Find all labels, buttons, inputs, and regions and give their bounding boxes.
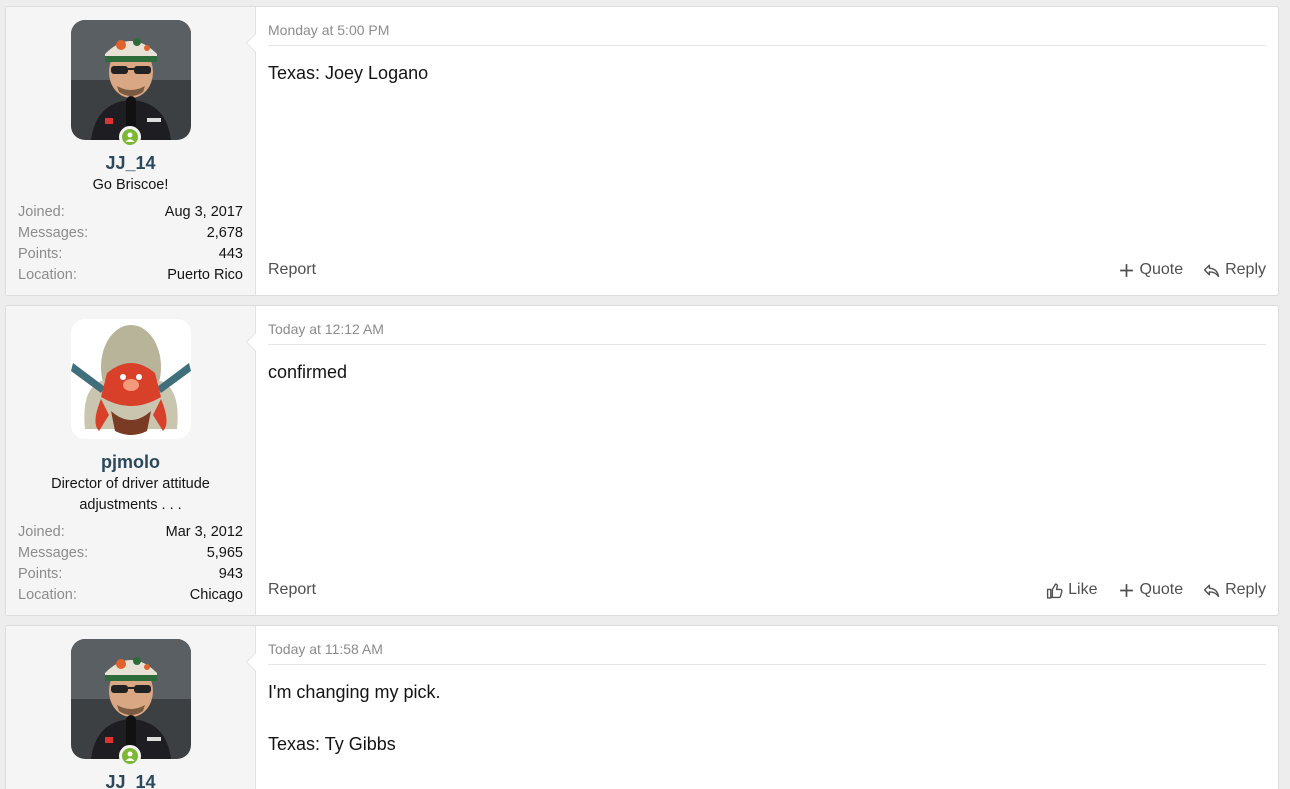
post-actions: Quote Reply [1118, 261, 1266, 279]
stat-label: Joined: [18, 204, 65, 220]
avatar-container [70, 639, 191, 767]
stat-messages: Messages: 2,678 [18, 223, 243, 244]
post-user-panel: pjmolo Director of driver attitude adjus… [6, 306, 256, 615]
avatar-container [70, 20, 191, 148]
stat-points: Points: 443 [18, 244, 243, 265]
reply-icon [1203, 583, 1220, 597]
plus-icon [1119, 263, 1133, 277]
like-button[interactable]: Like [1046, 581, 1098, 599]
reply-label: Reply [1225, 261, 1266, 278]
quote-label: Quote [1139, 261, 1184, 278]
stat-points: Points: 943 [18, 564, 243, 585]
avatar[interactable] [70, 319, 191, 439]
thumbs-up-icon [1047, 582, 1063, 599]
quote-button[interactable]: Quote [1118, 581, 1184, 599]
post-1: JJ_14 Go Briscoe! Joined: Aug 3, 2017 Me… [5, 6, 1279, 296]
post-user-panel: JJ_14 [6, 626, 256, 789]
user-title: Go Briscoe! [92, 177, 169, 193]
stat-location: Location: Puerto Rico [18, 265, 243, 286]
stat-label: Messages: [18, 545, 89, 561]
username[interactable]: pjmolo [18, 451, 243, 473]
post-body-line: confirmed [268, 362, 348, 382]
thread: JJ_14 Go Briscoe! Joined: Aug 3, 2017 Me… [0, 0, 1290, 789]
online-status-icon [118, 745, 141, 767]
username[interactable]: JJ_14 [18, 152, 243, 174]
post-arrow [246, 33, 256, 53]
post-actions: Like Quote Reply [1046, 581, 1266, 599]
like-label: Like [1068, 581, 1098, 598]
reply-icon [1203, 263, 1220, 277]
reply-button[interactable]: Reply [1203, 581, 1266, 599]
stat-value[interactable]: Chicago [190, 585, 243, 606]
user-stats: Joined: Aug 3, 2017 Messages: 2,678 Poin… [18, 202, 243, 286]
post-body: Texas: Joey Logano [268, 60, 1266, 86]
quote-button[interactable]: Quote [1118, 261, 1184, 279]
stat-value[interactable]: Puerto Rico [167, 265, 243, 286]
quote-label: Quote [1139, 581, 1184, 598]
stat-value[interactable]: 5,965 [207, 543, 243, 564]
post-footer: Report Like Quote Reply [268, 581, 1266, 599]
stat-label: Points: [18, 246, 63, 262]
post-main: Today at 12:12 AM confirmed Report Like … [256, 306, 1278, 615]
post-user-panel: JJ_14 Go Briscoe! Joined: Aug 3, 2017 Me… [6, 7, 256, 295]
post-footer: Report Quote Reply [268, 261, 1266, 279]
post-body-line: Texas: Joey Logano [268, 63, 429, 83]
report-link[interactable]: Report [268, 261, 316, 279]
report-link[interactable]: Report [268, 581, 316, 599]
post-main: Today at 11:58 AM I'm changing my pick. … [256, 626, 1278, 789]
username[interactable]: JJ_14 [18, 771, 243, 789]
post-date-container: Today at 12:12 AM [268, 320, 1266, 345]
avatar[interactable] [70, 639, 191, 759]
stat-joined: Joined: Aug 3, 2017 [18, 202, 243, 223]
stat-label: Location: [18, 587, 77, 603]
stat-label: Points: [18, 566, 63, 582]
avatar[interactable] [70, 20, 191, 140]
post-body-line: Texas: Ty Gibbs [268, 734, 396, 754]
post-body-line: I'm changing my pick. [268, 682, 441, 702]
post-date[interactable]: Today at 12:12 AM [268, 321, 384, 337]
plus-icon [1119, 583, 1133, 597]
post-arrow [246, 332, 256, 352]
post-date-container: Monday at 5:00 PM [268, 21, 1266, 46]
stat-value: Aug 3, 2017 [164, 204, 243, 220]
post-date-container: Today at 11:58 AM [268, 640, 1266, 665]
stat-value[interactable]: 443 [219, 244, 243, 265]
avatar-container [70, 319, 191, 439]
stat-label: Messages: [18, 225, 89, 241]
stat-label: Joined: [18, 524, 65, 540]
reply-button[interactable]: Reply [1203, 261, 1266, 279]
stat-location: Location: Chicago [18, 585, 243, 606]
stat-value[interactable]: 943 [219, 564, 243, 585]
online-status-icon [118, 126, 141, 148]
stat-joined: Joined: Mar 3, 2012 [18, 522, 243, 543]
post-date[interactable]: Today at 11:58 AM [268, 641, 383, 657]
user-stats: Joined: Mar 3, 2012 Messages: 5,965 Poin… [18, 522, 243, 606]
post-body-line [268, 705, 1266, 731]
user-title: Director of driver attitude adjustments … [51, 476, 210, 513]
post-date[interactable]: Monday at 5:00 PM [268, 22, 389, 38]
post-arrow [246, 652, 256, 672]
stat-value: Mar 3, 2012 [165, 524, 243, 540]
post-body: confirmed [268, 359, 1266, 385]
post-body: I'm changing my pick. Texas: Ty Gibbs [268, 679, 1266, 757]
stat-label: Location: [18, 267, 77, 283]
post-main: Monday at 5:00 PM Texas: Joey Logano Rep… [256, 7, 1278, 295]
stat-value[interactable]: 2,678 [207, 223, 243, 244]
reply-label: Reply [1225, 581, 1266, 598]
post-3: JJ_14 Today at 11:58 AM I'm changing my … [5, 625, 1279, 789]
stat-messages: Messages: 5,965 [18, 543, 243, 564]
post-2: pjmolo Director of driver attitude adjus… [5, 305, 1279, 616]
